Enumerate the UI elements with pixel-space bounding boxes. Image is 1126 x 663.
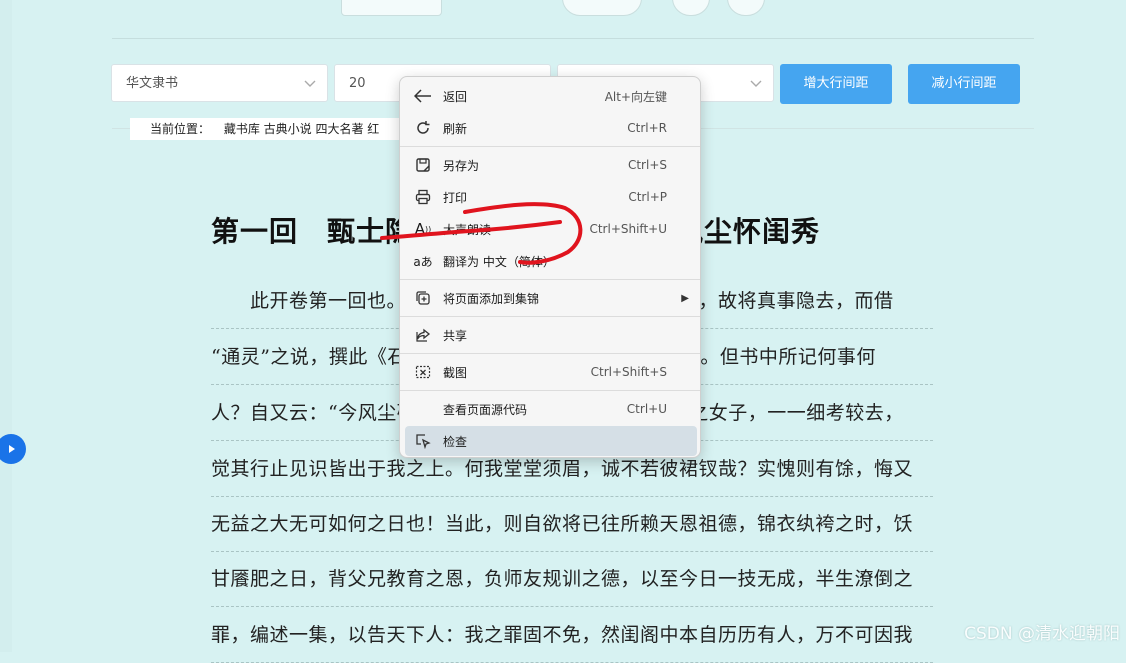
menu-item-label: 大声朗读 [443,222,492,237]
menu-item-share[interactable]: 共享 [405,320,697,350]
text-line: 罪，编述一集，以告天下人：我之罪固不免，然闺阁中本自历历有人，万不可因我 [211,608,933,663]
menu-item-view-source[interactable]: 查看页面源代码 Ctrl+U [405,394,697,424]
menu-item-label: 将页面添加到集锦 [443,291,540,306]
watermark: CSDN @清水迎朝阳 [964,624,1120,644]
translate-icon: aあ [413,251,433,271]
menu-item-label: 翻译为 中文（简体） [443,254,555,269]
font-size-select-value: 20 [349,76,366,91]
translate-icon-glyph: aあ [413,254,433,269]
breadcrumb-path[interactable]: 藏书库 古典小说 四大名著 红 [224,122,379,136]
menu-separator [400,279,700,280]
top-divider [112,38,1034,39]
back-arrow-icon [413,86,433,106]
menu-item-shortcut: Ctrl+P [628,190,667,204]
menu-item-shortcut: Ctrl+S [627,158,667,172]
printer-icon [413,187,433,207]
menu-item-label: 查看页面源代码 [443,402,528,417]
menu-item-refresh[interactable]: 刷新 Ctrl+R [405,113,697,143]
chevron-right-icon: ▶ [681,292,689,304]
menu-item-label: 截图 [443,365,468,380]
menu-item-back[interactable]: 返回 Alt+向左键 [405,81,697,111]
font-family-select-value: 华文隶书 [126,76,179,91]
top-select-partial[interactable] [341,0,442,16]
read-aloud-icon-glyph: A [414,220,425,238]
share-icon [413,325,433,345]
menu-item-label: 打印 [443,190,468,205]
menu-item-save-as[interactable]: 另存为 Ctrl+S [405,150,697,180]
top-circle-button-1[interactable] [672,0,710,16]
font-family-select[interactable]: 华文隶书 [111,64,328,102]
breadcrumb: 当前位置： 藏书库 古典小说 四大名著 红 [130,118,410,140]
menu-separator [400,146,700,147]
menu-item-translate[interactable]: aあ 翻译为 中文（简体） [405,246,697,276]
menu-item-shortcut: Alt+向左键 [604,89,667,104]
menu-item-shortcut: Ctrl+Shift+U [589,222,667,236]
menu-item-label: 返回 [443,89,468,104]
top-circle-button-2[interactable] [727,0,765,16]
menu-item-read-aloud[interactable]: A)) 大声朗读 Ctrl+Shift+U [405,214,697,244]
menu-item-add-to-collections[interactable]: 将页面添加到集锦 ▶ [405,283,697,313]
menu-item-label: 共享 [443,328,468,343]
menu-item-shortcut: Ctrl+R [627,121,667,135]
menu-item-inspect[interactable]: 检查 [405,426,697,456]
menu-item-shortcut: Ctrl+U [626,402,667,416]
text-line: 无益之大无可如何之日也！当此，则自欲将已往所赖天恩祖德，锦衣纨袴之时，饫 [211,497,933,552]
read-aloud-icon: A)) [414,220,432,238]
play-icon[interactable] [0,434,26,464]
collections-icon [413,288,433,308]
menu-item-screenshot[interactable]: 截图 Ctrl+Shift+S [405,357,697,387]
menu-separator [400,316,700,317]
menu-item-label: 另存为 [443,158,480,173]
decrease-line-spacing-button[interactable]: 减小行间距 [908,64,1020,104]
menu-separator [400,390,700,391]
menu-item-shortcut: Ctrl+Shift+S [590,365,667,379]
menu-item-label: 检查 [443,434,468,449]
context-menu: 返回 Alt+向左键 刷新 Ctrl+R 另存为 Ctrl+S 打印 Ctrl+… [399,76,701,458]
menu-separator [400,353,700,354]
increase-line-spacing-button[interactable]: 增大行间距 [780,64,892,104]
text-line: 甘餍肥之日，背父兄教育之恩，负师友规训之德，以至今日一技无成，半生潦倒之 [211,552,933,607]
save-as-icon [413,155,433,175]
refresh-icon [413,118,433,138]
top-button-partial[interactable] [562,0,642,16]
page-left-strip [0,0,12,652]
screenshot-icon [413,362,433,382]
chevron-down-icon [303,65,317,103]
menu-item-label: 刷新 [443,121,468,136]
inspect-icon [413,431,433,451]
breadcrumb-label: 当前位置： [150,122,211,136]
chevron-down-icon [749,65,763,103]
menu-item-print[interactable]: 打印 Ctrl+P [405,182,697,212]
